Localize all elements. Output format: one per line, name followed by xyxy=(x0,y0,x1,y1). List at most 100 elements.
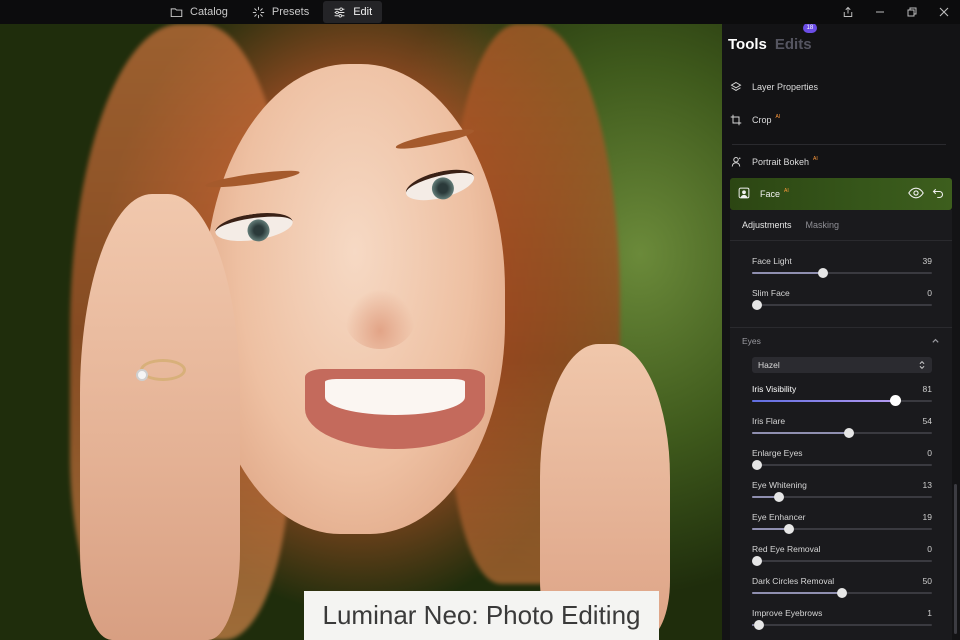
slider-handle[interactable] xyxy=(843,428,854,438)
slider-value: 0 xyxy=(927,288,932,298)
slider-label: Iris Visibility xyxy=(752,384,797,394)
tools-divider xyxy=(732,144,946,145)
slider-face-light[interactable]: Face Light 39 xyxy=(752,256,932,288)
slider-slim-face[interactable]: Slim Face 0 xyxy=(752,288,932,320)
slider-eye-enhancer[interactable]: Eye Enhancer 19 xyxy=(752,512,932,544)
face-ai-tag: AI xyxy=(784,188,789,194)
tool-portrait-bokeh[interactable]: Portrait Bokeh AI xyxy=(730,148,952,176)
slider-eye-whitening[interactable]: Eye Whitening 13 xyxy=(752,480,932,512)
caption-banner: Luminar Neo: Photo Editing xyxy=(304,591,659,640)
visibility-toggle[interactable] xyxy=(908,187,924,201)
nose xyxy=(345,289,415,349)
slider-handle[interactable] xyxy=(837,588,847,598)
tool-face-header[interactable]: Face AI xyxy=(730,178,952,210)
eyes-divider xyxy=(730,327,952,328)
minimize-button[interactable] xyxy=(864,0,896,24)
photo-canvas[interactable] xyxy=(0,24,722,640)
slider-label: Dark Circles Removal xyxy=(752,576,835,586)
tab-masking[interactable]: Masking xyxy=(806,220,840,230)
slider-handle[interactable] xyxy=(752,460,762,470)
ring-stone xyxy=(136,369,148,381)
slider-handle[interactable] xyxy=(818,268,829,278)
nav-edit-label: Edit xyxy=(353,6,373,18)
tool-face-label: Face xyxy=(760,189,781,199)
nav-edit[interactable]: Edit xyxy=(323,1,383,23)
nav-catalog-label: Catalog xyxy=(190,6,228,18)
share-icon xyxy=(843,6,853,17)
restore-button[interactable] xyxy=(896,0,928,24)
slider-fill xyxy=(752,272,823,274)
sparkle-icon xyxy=(252,6,265,18)
subtabs-divider xyxy=(730,240,952,241)
slider-iris-visibility[interactable]: Iris Visibility 81 xyxy=(752,384,932,416)
slider-track[interactable] xyxy=(752,624,932,626)
face-subtabs: Adjustments Masking xyxy=(742,220,839,230)
nav-catalog[interactable]: Catalog xyxy=(160,1,238,23)
tool-portrait-bokeh-label: Portrait Bokeh xyxy=(752,157,810,167)
face-tool-body: Adjustments Masking Face Light 39 Slim Fac… xyxy=(730,210,952,640)
slider-label: Face Light xyxy=(752,256,792,266)
teeth xyxy=(325,379,465,415)
close-icon xyxy=(939,7,949,17)
folder-icon xyxy=(170,7,183,17)
slider-handle[interactable] xyxy=(889,395,901,406)
chevron-updown-icon xyxy=(919,361,925,369)
tab-edits-label: Edits xyxy=(774,36,812,53)
share-button[interactable] xyxy=(832,0,864,24)
eye-color-select[interactable]: Hazel xyxy=(752,357,932,373)
slider-value: 19 xyxy=(922,512,932,522)
eye-icon xyxy=(908,187,924,199)
slider-value: 13 xyxy=(922,480,932,490)
eyes-section-title: Eyes xyxy=(742,336,761,346)
slider-dark-circles-removal[interactable]: Dark Circles Removal 50 xyxy=(752,576,932,608)
slider-enlarge-eyes[interactable]: Enlarge Eyes 0 xyxy=(752,448,932,480)
slider-label: Slim Face xyxy=(752,288,790,298)
crop-icon xyxy=(730,114,742,126)
tools-panel: Tools Edits 18 Layer Properties Crop AI … xyxy=(722,24,960,640)
slider-handle[interactable] xyxy=(753,620,764,630)
nav-presets-label: Presets xyxy=(271,6,310,18)
eye-color-value: Hazel xyxy=(758,360,780,370)
tab-edits[interactable]: Edits 18 xyxy=(774,24,817,53)
slider-handle[interactable] xyxy=(752,556,762,566)
slider-value: 0 xyxy=(927,448,932,458)
slider-label: Enlarge Eyes xyxy=(752,448,803,458)
slider-fill xyxy=(752,400,898,402)
portrait-bokeh-icon xyxy=(730,156,742,168)
slider-value: 39 xyxy=(922,256,932,266)
tool-crop[interactable]: Crop AI xyxy=(730,106,952,134)
slider-label: Red Eye Removal xyxy=(752,544,821,554)
slider-fill xyxy=(752,432,850,434)
tool-layer-properties[interactable]: Layer Properties xyxy=(730,73,952,101)
slider-value: 1 xyxy=(927,608,932,618)
chevron-up-icon xyxy=(932,338,939,343)
slider-improve-eyebrows[interactable]: Improve Eyebrows 1 xyxy=(752,608,932,640)
slider-handle[interactable] xyxy=(784,524,795,534)
slider-fill xyxy=(752,496,776,498)
sliders-icon xyxy=(334,7,345,17)
slider-fill xyxy=(752,592,842,594)
slider-track[interactable] xyxy=(752,464,932,466)
slider-red-eye-removal[interactable]: Red Eye Removal 0 xyxy=(752,544,932,576)
eyes-section-header[interactable]: Eyes xyxy=(742,336,940,346)
top-bar: Catalog Presets Edit xyxy=(0,0,960,24)
nav-presets[interactable]: Presets xyxy=(242,1,319,23)
window-controls xyxy=(832,0,960,24)
hand-left xyxy=(80,194,240,640)
slider-handle[interactable] xyxy=(752,300,762,310)
reset-button[interactable] xyxy=(932,187,944,201)
tool-layer-properties-label: Layer Properties xyxy=(752,82,819,92)
slider-track[interactable] xyxy=(752,304,932,306)
close-button[interactable] xyxy=(928,0,960,24)
crop-ai-tag: AI xyxy=(775,114,781,120)
tab-adjustments[interactable]: Adjustments xyxy=(742,220,792,230)
slider-label: Improve Eyebrows xyxy=(752,608,823,618)
layers-icon xyxy=(730,81,742,93)
slider-fill xyxy=(752,528,787,530)
tab-tools[interactable]: Tools xyxy=(728,36,767,53)
slider-track[interactable] xyxy=(752,560,932,562)
panel-scrollbar[interactable] xyxy=(954,484,957,634)
slider-handle[interactable] xyxy=(774,492,785,502)
slider-value: 0 xyxy=(927,544,932,554)
slider-iris-flare[interactable]: Iris Flare 54 xyxy=(752,416,932,448)
